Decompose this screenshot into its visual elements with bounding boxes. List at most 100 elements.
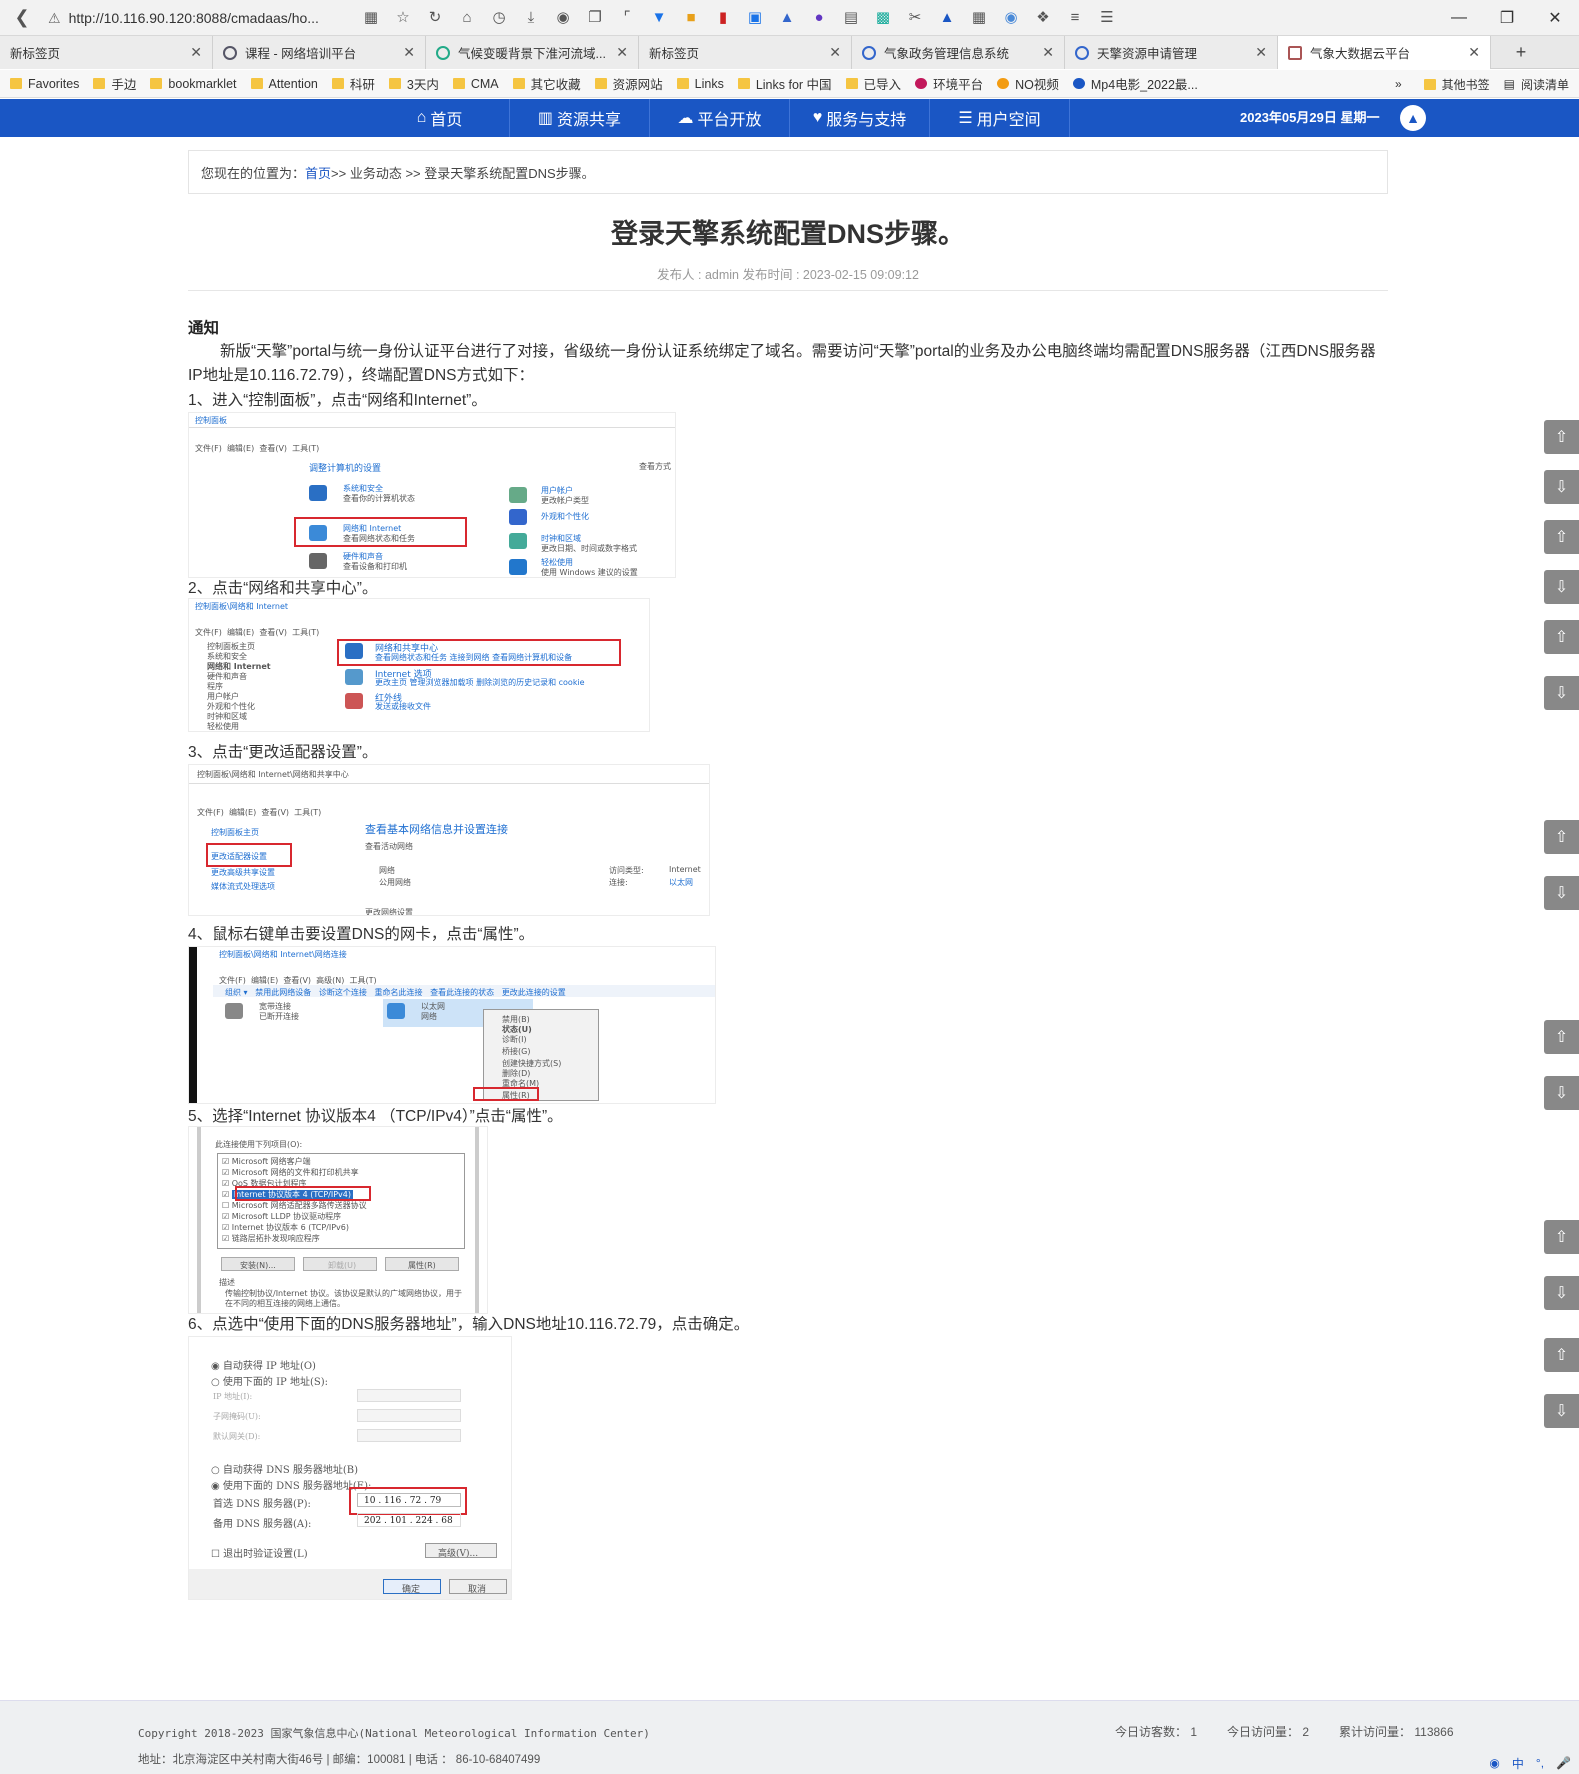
playlist-icon[interactable]: ≡: [1064, 4, 1086, 30]
minimize-icon[interactable]: —: [1435, 0, 1483, 36]
document-icon[interactable]: ▤: [840, 4, 862, 30]
close-tab-icon[interactable]: ✕: [403, 44, 415, 61]
extension-icon-4[interactable]: ▮: [712, 4, 734, 30]
tab-5[interactable]: 天擎资源申请管理 ✕: [1065, 36, 1278, 69]
dark-edge: [189, 947, 197, 1103]
extension-icon-1[interactable]: ◉: [552, 4, 574, 30]
tab-6[interactable]: 气象大数据云平台 ✕: [1278, 36, 1491, 69]
extension-icon-8[interactable]: ▦: [968, 4, 990, 30]
scroll-bottom-icon[interactable]: ⇩: [1544, 1276, 1579, 1310]
image-icon[interactable]: ▣: [744, 4, 766, 30]
copy-icon[interactable]: ❐: [584, 4, 606, 30]
scroll-up-icon[interactable]: ▲: [1400, 105, 1426, 131]
close-window-icon[interactable]: ✕: [1531, 0, 1579, 36]
scroll-bottom-icon[interactable]: ⇩: [1544, 676, 1579, 710]
side-item: 控制面板主页: [211, 828, 259, 837]
ime-punct[interactable]: °,: [1536, 1756, 1544, 1770]
close-tab-icon[interactable]: ✕: [190, 44, 202, 61]
close-tab-icon[interactable]: ✕: [1255, 44, 1267, 61]
nav-resource-sharing[interactable]: ▥ 资源共享: [510, 99, 650, 137]
new-tab-button[interactable]: +: [1491, 36, 1551, 68]
bookmark-item[interactable]: 3天内: [388, 74, 439, 93]
menu-icon[interactable]: ☰: [1096, 4, 1118, 30]
scroll-top-icon[interactable]: ⇧: [1544, 820, 1579, 854]
tab-4[interactable]: 气象政务管理信息系统 ✕: [852, 36, 1065, 69]
cmd-item: 禁用此网络设备: [255, 988, 312, 997]
bookmark-item[interactable]: 环境平台: [915, 74, 983, 93]
tab-title: 课程 - 网络培训平台: [245, 47, 357, 61]
download-icon[interactable]: ⤓: [520, 4, 542, 30]
nav-home[interactable]: ⌂ 首页: [370, 99, 510, 137]
tab-1[interactable]: 课程 - 网络培训平台 ✕: [213, 36, 426, 69]
bookmark-item[interactable]: Links: [676, 77, 724, 91]
extension-icon-2[interactable]: ▼: [648, 4, 670, 30]
translate-icon[interactable]: ●: [808, 4, 830, 30]
more-bookmarks-icon[interactable]: »: [1395, 77, 1402, 91]
ime-lang[interactable]: 中: [1512, 1755, 1524, 1772]
bookmark-item[interactable]: Attention: [250, 77, 318, 91]
bookmark-item[interactable]: 资源网站: [594, 74, 663, 93]
bookmark-item[interactable]: Mp4电影_2022最...: [1072, 74, 1198, 93]
star-icon[interactable]: ☆: [392, 4, 414, 30]
close-tab-icon[interactable]: ✕: [1468, 44, 1480, 61]
reading-list[interactable]: ▤ 阅读清单: [1504, 76, 1569, 93]
breadcrumb-home-link[interactable]: 首页: [305, 163, 331, 182]
bookmark-item[interactable]: 已导入: [845, 74, 901, 93]
scroll-top-icon[interactable]: ⇧: [1544, 1338, 1579, 1372]
scroll-bottom-icon[interactable]: ⇩: [1544, 1394, 1579, 1428]
extension-icon-3[interactable]: ■: [680, 4, 702, 30]
crop-icon[interactable]: ⌜: [616, 4, 638, 30]
float-group: ⇧ ⇩: [1544, 420, 1579, 504]
url-text[interactable]: http://10.116.90.120:8088/cmadaas/ho...: [69, 10, 319, 26]
address-bar[interactable]: ⚠ http://10.116.90.120:8088/cmadaas/ho..…: [48, 5, 348, 31]
tab-3[interactable]: 新标签页 ✕: [639, 36, 852, 69]
close-tab-icon[interactable]: ✕: [1042, 44, 1054, 61]
bookmark-item[interactable]: 其它收藏: [512, 74, 581, 93]
scroll-top-icon[interactable]: ⇧: [1544, 620, 1579, 654]
restore-icon[interactable]: ❐: [1483, 0, 1531, 36]
other-bookmarks[interactable]: 其他书签: [1423, 76, 1490, 93]
home-icon[interactable]: ⌂: [456, 4, 478, 30]
menu-item: 查看(V): [259, 628, 288, 637]
scissors-icon[interactable]: ✂: [904, 4, 926, 30]
extension-icon-5[interactable]: ▲: [776, 4, 798, 30]
bookmark-item[interactable]: Favorites: [10, 77, 79, 91]
close-tab-icon[interactable]: ✕: [616, 44, 628, 61]
scroll-bottom-icon[interactable]: ⇩: [1544, 876, 1579, 910]
nav-service-support[interactable]: ♥ 服务与支持: [790, 99, 930, 137]
tab-0[interactable]: 新标签页 ✕: [0, 36, 213, 69]
scroll-bottom-icon[interactable]: ⇩: [1544, 470, 1579, 504]
history-icon[interactable]: ◷: [488, 4, 510, 30]
extension-icon-6[interactable]: ▩: [872, 4, 894, 30]
nav-user-space[interactable]: ☰ 用户空间: [930, 99, 1070, 137]
scroll-top-icon[interactable]: ⇧: [1544, 420, 1579, 454]
extension-icon-9[interactable]: ◉: [1000, 4, 1022, 30]
bookmark-item[interactable]: CMA: [452, 77, 499, 91]
not-secure-icon[interactable]: ⚠: [48, 10, 61, 27]
close-tab-icon[interactable]: ✕: [829, 44, 841, 61]
refresh-icon[interactable]: ↻: [424, 4, 446, 30]
bookmark-item[interactable]: Links for 中国: [737, 74, 832, 93]
menu-item: 查看(V): [259, 444, 288, 453]
scroll-bottom-icon[interactable]: ⇩: [1544, 570, 1579, 604]
nav-platform-open[interactable]: ☁ 平台开放: [650, 99, 790, 137]
bookmark-item[interactable]: bookmarklet: [150, 77, 237, 91]
back-button[interactable]: ❮: [8, 4, 36, 32]
scroll-top-icon[interactable]: ⇧: [1544, 1020, 1579, 1054]
bookmark-item[interactable]: NO视频: [997, 74, 1059, 93]
microphone-icon[interactable]: 🎤: [1556, 1756, 1571, 1770]
ime-logo-icon[interactable]: ◉: [1489, 1756, 1499, 1770]
bookmark-item[interactable]: 科研: [331, 74, 375, 93]
scroll-bottom-icon[interactable]: ⇩: [1544, 1076, 1579, 1110]
screenshot-network-connections: 控制面板\网络和 Internet\网络连接 文件(F) 编辑(E) 查看(V)…: [188, 946, 716, 1104]
tab-2[interactable]: 气候变暖背景下淮河流域... ✕: [426, 36, 639, 69]
shot-label: Internet: [669, 865, 701, 874]
scroll-top-icon[interactable]: ⇧: [1544, 520, 1579, 554]
item-label: Microsoft 网络的文件和打印机共享: [231, 1168, 359, 1177]
bookmark-item[interactable]: 手边: [93, 74, 136, 93]
user-icon: ☰: [958, 110, 973, 127]
qr-icon[interactable]: ▦: [360, 4, 382, 30]
extension-icon-7[interactable]: ▲: [936, 4, 958, 30]
puzzle-icon[interactable]: ❖: [1032, 4, 1054, 30]
scroll-top-icon[interactable]: ⇧: [1544, 1220, 1579, 1254]
